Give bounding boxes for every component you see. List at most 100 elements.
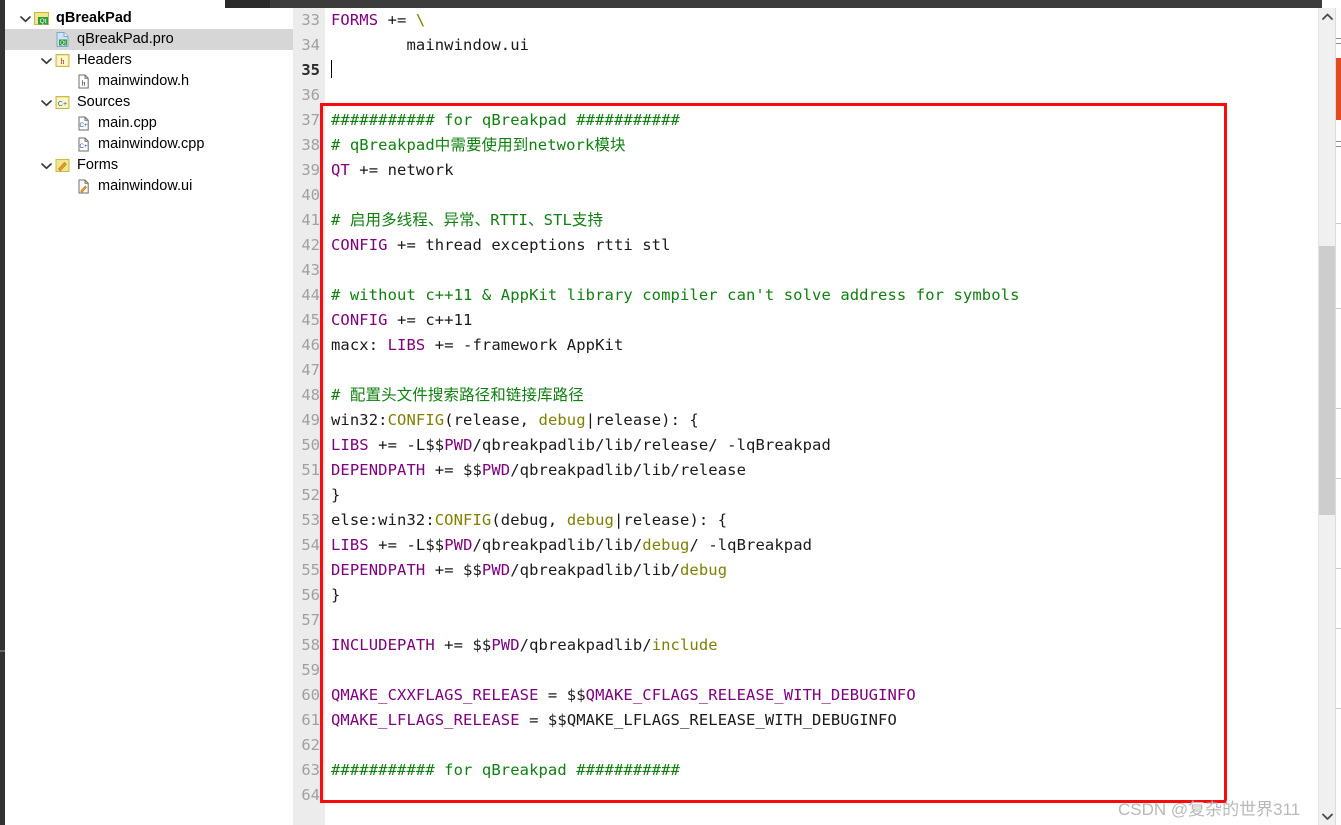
code-line-text[interactable]: CONFIG += thread exceptions rtti stl	[324, 233, 671, 258]
code-line[interactable]: 59	[293, 658, 1318, 683]
code-line[interactable]: 48 # 配置头文件搜索路径和链接库路径	[293, 383, 1318, 408]
code-line[interactable]: 38 # qBreakpad中需要使用到network模块	[293, 133, 1318, 158]
code-line-text[interactable]: CONFIG += c++11	[324, 308, 472, 333]
code-line[interactable]: 60 QMAKE_CXXFLAGS_RELEASE = $$QMAKE_CFLAG…	[293, 683, 1318, 708]
project-tree-panel[interactable]: Qt qBreakPad Qt qBreakPad.pro h Headers h mainw…	[5, 8, 293, 825]
editor-vertical-scrollbar[interactable]	[1318, 8, 1336, 825]
code-line-text[interactable]: win32:CONFIG(release, debug|release): {	[324, 408, 699, 433]
code-line-text[interactable]: # 配置头文件搜索路径和链接库路径	[324, 383, 584, 408]
tree-item-forms[interactable]: Forms	[5, 155, 293, 176]
code-line-text[interactable]: QMAKE_CXXFLAGS_RELEASE = $$QMAKE_CFLAGS_…	[324, 683, 916, 708]
code-token: # without c++11 & AppKit library compile…	[331, 286, 1020, 304]
code-token: /qbreakpadlib/lib/	[510, 561, 680, 579]
code-token: include	[651, 636, 718, 654]
code-line[interactable]: 56}	[293, 583, 1318, 608]
code-line-text[interactable]: ########### for qBreakpad ###########	[324, 108, 680, 133]
code-line[interactable]: 52}	[293, 483, 1318, 508]
line-number: 49	[293, 408, 324, 433]
code-line[interactable]: 41 # 启用多线程、异常、RTTI、STL支持	[293, 208, 1318, 233]
tree-item-mainwindow-h[interactable]: h mainwindow.h	[5, 71, 293, 92]
tree-item-mainwindow-cpp[interactable]: C+ mainwindow.cpp	[5, 134, 293, 155]
code-line[interactable]: 55 DEPENDPATH += $$PWD/qbreakpadlib/lib/d…	[293, 558, 1318, 583]
code-line[interactable]: 35	[293, 58, 1318, 83]
code-line[interactable]: 53 else:win32:CONFIG(debug, debug|release…	[293, 508, 1318, 533]
code-line-text[interactable]: ########### for qBreakpad ###########	[324, 758, 680, 783]
code-line[interactable]: 50 LIBS += -L$$PWD/qbreakpadlib/lib/relea…	[293, 433, 1318, 458]
code-line[interactable]: 40	[293, 183, 1318, 208]
tree-item-headers[interactable]: h Headers	[5, 50, 293, 71]
code-line-text[interactable]: DEPENDPATH += $$PWD/qbreakpadlib/lib/rel…	[324, 458, 746, 483]
code-line-text[interactable]	[324, 258, 331, 283]
code-line-text[interactable]	[324, 83, 331, 108]
code-line[interactable]: 49 win32:CONFIG(release, debug|release): …	[293, 408, 1318, 433]
scroll-up-arrow-icon[interactable]	[1319, 8, 1336, 25]
code-editor[interactable]: 33 FORMS += \ 34 mainwindow.ui 35 36 37 ######…	[293, 8, 1318, 825]
code-line-text[interactable]: }	[324, 583, 340, 608]
code-line[interactable]: 39 QT += network	[293, 158, 1318, 183]
code-line-text[interactable]: DEPENDPATH += $$PWD/qbreakpadlib/lib/deb…	[324, 558, 727, 583]
line-number: 52	[293, 483, 324, 508]
chevron-down-icon[interactable]	[38, 95, 54, 111]
code-line-text[interactable]: # 启用多线程、异常、RTTI、STL支持	[324, 208, 603, 233]
tree-item-main-cpp[interactable]: C+ main.cpp	[5, 113, 293, 134]
code-line[interactable]: 62	[293, 733, 1318, 758]
code-line-text[interactable]	[324, 58, 332, 83]
code-line-text[interactable]: QMAKE_LFLAGS_RELEASE = $$QMAKE_LFLAGS_RE…	[324, 708, 897, 733]
code-line[interactable]: 51 DEPENDPATH += $$PWD/qbreakpadlib/lib/r…	[293, 458, 1318, 483]
code-line[interactable]: 46 macx: LIBS += -framework AppKit	[293, 333, 1318, 358]
code-line-text[interactable]	[324, 183, 331, 208]
code-line-text[interactable]: # qBreakpad中需要使用到network模块	[324, 133, 626, 158]
code-token: ########### for qBreakpad ###########	[331, 761, 680, 779]
code-line[interactable]: 63 ########### for qBreakpad ###########	[293, 758, 1318, 783]
code-line[interactable]: 33 FORMS += \	[293, 8, 1318, 33]
chevron-down-icon[interactable]	[38, 158, 54, 174]
code-line[interactable]: 54 LIBS += -L$$PWD/qbreakpadlib/lib/debug…	[293, 533, 1318, 558]
code-lines-container[interactable]: 33 FORMS += \ 34 mainwindow.ui 35 36 37 ######…	[293, 8, 1318, 825]
code-line[interactable]: 58 INCLUDEPATH += $$PWD/qbreakpadlib/incl…	[293, 633, 1318, 658]
code-line[interactable]: 42 CONFIG += thread exceptions rtti stl	[293, 233, 1318, 258]
code-line[interactable]: 37 ########### for qBreakpad ###########	[293, 108, 1318, 133]
tree-item-label: qBreakPad.pro	[77, 31, 174, 48]
chevron-down-icon[interactable]	[17, 11, 33, 27]
scroll-down-arrow-icon[interactable]	[1319, 808, 1336, 825]
code-line[interactable]: 44 # without c++11 & AppKit library compi…	[293, 283, 1318, 308]
code-line[interactable]: 45 CONFIG += c++11	[293, 308, 1318, 333]
code-line-text[interactable]: mainwindow.ui	[324, 33, 529, 58]
code-line-text[interactable]: QT += network	[324, 158, 454, 183]
code-line-text[interactable]	[324, 783, 331, 808]
code-line-text[interactable]	[324, 608, 331, 633]
line-number: 54	[293, 533, 324, 558]
code-line-text[interactable]	[324, 358, 331, 383]
code-line[interactable]: 47	[293, 358, 1318, 383]
code-line-text[interactable]: else:win32:CONFIG(debug, debug|release):…	[324, 508, 727, 533]
line-number: 36	[293, 83, 324, 108]
code-line-text[interactable]: LIBS += -L$$PWD/qbreakpadlib/lib/debug/ …	[324, 533, 812, 558]
svg-text:C+: C+	[58, 101, 67, 108]
chevron-down-icon[interactable]	[38, 53, 54, 69]
code-line-text[interactable]	[324, 658, 331, 683]
code-token: |release): {	[613, 511, 728, 529]
code-line-text[interactable]: FORMS += \	[324, 8, 425, 33]
code-line[interactable]: 34 mainwindow.ui	[293, 33, 1318, 58]
code-line-text[interactable]: macx: LIBS += -framework AppKit	[324, 333, 623, 358]
svg-text:h: h	[82, 79, 86, 88]
text-caret	[331, 60, 332, 78]
code-line-text[interactable]: LIBS += -L$$PWD/qbreakpadlib/lib/release…	[324, 433, 831, 458]
tree-item-mainwindow-ui[interactable]: mainwindow.ui	[5, 176, 293, 197]
code-line[interactable]: 57	[293, 608, 1318, 633]
editor-overview-marker-column[interactable]	[1335, 8, 1341, 825]
svg-text:C+: C+	[80, 122, 88, 129]
tree-item-qbreakpad-pro[interactable]: Qt qBreakPad.pro	[5, 29, 293, 50]
code-token: QMAKE_CFLAGS_RELEASE_WITH_DEBUGINFO	[585, 686, 916, 704]
code-line[interactable]: 36	[293, 83, 1318, 108]
tree-item-sources[interactable]: C+ Sources	[5, 92, 293, 113]
code-line-text[interactable]: # without c++11 & AppKit library compile…	[324, 283, 1020, 308]
tree-item-qbreakpad[interactable]: Qt qBreakPad	[5, 8, 293, 29]
scrollbar-thumb[interactable]	[1319, 246, 1336, 515]
code-line[interactable]: 61 QMAKE_LFLAGS_RELEASE = $$QMAKE_LFLAGS_…	[293, 708, 1318, 733]
line-number: 63	[293, 758, 324, 783]
code-line-text[interactable]: INCLUDEPATH += $$PWD/qbreakpadlib/includ…	[324, 633, 718, 658]
code-line-text[interactable]: }	[324, 483, 340, 508]
code-line[interactable]: 43	[293, 258, 1318, 283]
code-line-text[interactable]	[324, 733, 331, 758]
